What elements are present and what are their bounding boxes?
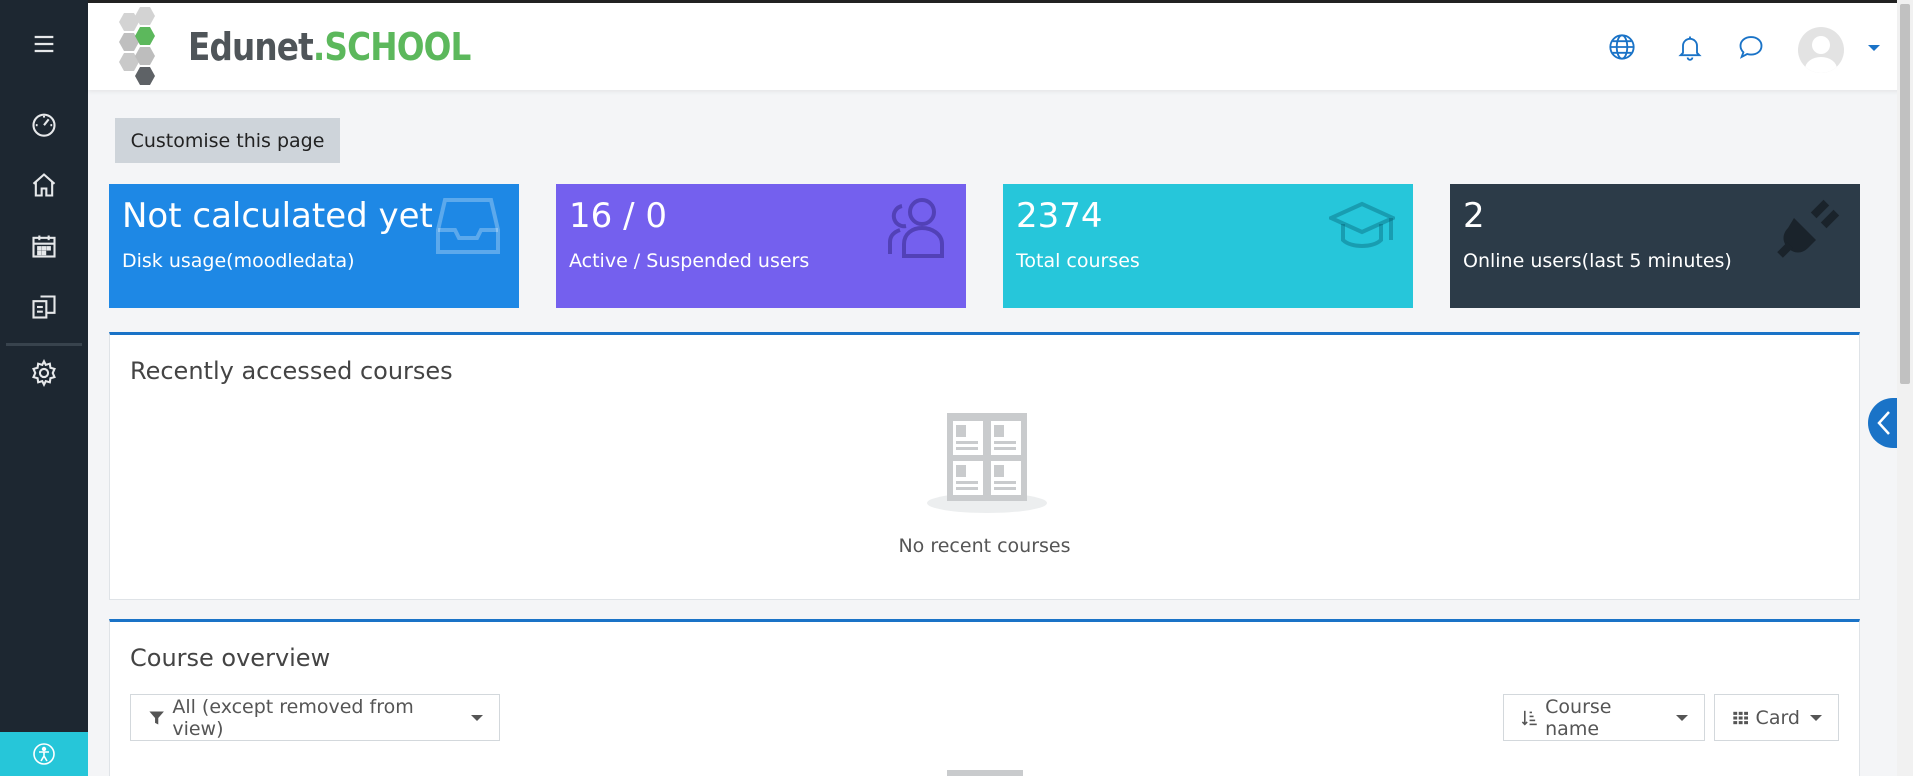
- empty-state-text: No recent courses: [898, 535, 1071, 557]
- home-button[interactable]: [0, 157, 88, 213]
- language-button[interactable]: [1606, 31, 1638, 63]
- stat-value: 16 / 0: [569, 196, 667, 236]
- course-sort-dropdown[interactable]: Course name: [1503, 694, 1705, 741]
- stat-value: 2374: [1016, 196, 1103, 236]
- stat-card-total-courses: 2374 Total courses: [1003, 184, 1413, 308]
- stat-label: Total courses: [1016, 250, 1140, 272]
- brand-name-accent: .SCHOOL: [312, 25, 472, 69]
- brand-name[interactable]: Edunet.SCHOOL: [188, 25, 471, 69]
- courses-placeholder-icon: [927, 413, 1047, 513]
- app: Edunet.SCHOOL Customise this page Not ca…: [0, 0, 1913, 776]
- plug-icon: [1777, 199, 1840, 258]
- site-admin-button[interactable]: [0, 345, 88, 401]
- course-view-dropdown[interactable]: Card: [1714, 694, 1839, 741]
- scrollbar-thumb[interactable]: [1900, 4, 1910, 384]
- notifications-button[interactable]: [1674, 31, 1706, 63]
- course-filter-dropdown[interactable]: All (except removed from view): [130, 694, 500, 741]
- stat-label: Disk usage(moodledata): [122, 250, 355, 272]
- dropdown-label: Course name: [1545, 695, 1612, 740]
- gear-icon: [32, 359, 56, 387]
- accessibility-icon: [33, 743, 55, 765]
- left-sidebar: [0, 0, 88, 776]
- dashboard-icon: [32, 113, 56, 137]
- calendar-button[interactable]: [0, 218, 88, 274]
- chevron-down-icon[interactable]: [1868, 45, 1880, 51]
- stat-label: Active / Suspended users: [569, 250, 810, 272]
- caret-down-icon: [1810, 714, 1822, 721]
- courses-placeholder-icon: [947, 770, 1023, 776]
- inbox-icon: [436, 198, 500, 254]
- accessibility-button[interactable]: [0, 732, 88, 776]
- files-button[interactable]: [0, 279, 88, 335]
- bell-icon: [1678, 36, 1702, 61]
- caret-down-icon: [471, 714, 483, 721]
- caret-down-icon: [1676, 714, 1688, 721]
- menu-button[interactable]: [0, 16, 88, 72]
- dashboard-button[interactable]: [0, 96, 88, 152]
- panel-title: Course overview: [130, 644, 331, 672]
- filter-icon: [149, 711, 164, 724]
- drawer-toggle-button[interactable]: [1868, 398, 1900, 448]
- files-icon: [32, 295, 56, 319]
- logo-hexagons[interactable]: [104, 5, 174, 95]
- menu-icon: [34, 35, 54, 53]
- stat-value: Not calculated yet: [122, 196, 433, 236]
- chat-icon: [1739, 36, 1763, 59]
- stat-card-online-users: 2 Online users(last 5 minutes): [1450, 184, 1860, 308]
- stat-value: 2: [1463, 196, 1485, 236]
- chevron-left-icon: [1877, 411, 1890, 435]
- messages-button[interactable]: [1735, 31, 1767, 63]
- course-overview-panel: Course overview All (except removed from…: [109, 619, 1860, 776]
- brand-name-main: Edunet: [188, 25, 314, 69]
- graduation-cap-icon: [1329, 201, 1395, 248]
- grid-icon: [1733, 711, 1749, 724]
- stat-card-disk-usage: Not calculated yet Disk usage(moodledata…: [109, 184, 519, 308]
- users-icon: [888, 198, 944, 258]
- calendar-icon: [32, 235, 56, 258]
- stat-label: Online users(last 5 minutes): [1463, 250, 1732, 272]
- globe-icon: [1609, 34, 1635, 60]
- customise-page-button[interactable]: Customise this page: [115, 118, 340, 163]
- top-navbar: Edunet.SCHOOL: [88, 0, 1913, 90]
- panel-title: Recently accessed courses: [130, 357, 453, 385]
- dropdown-label: Card: [1755, 706, 1800, 729]
- dropdown-label: All (except removed from view): [172, 695, 414, 740]
- sort-icon: [1521, 710, 1537, 726]
- recent-courses-panel: Recently accessed courses No recent cour…: [109, 332, 1860, 600]
- avatar[interactable]: [1798, 27, 1844, 73]
- page-scrollbar[interactable]: [1897, 0, 1913, 776]
- stat-card-users: 16 / 0 Active / Suspended users: [556, 184, 966, 308]
- home-icon: [32, 173, 56, 197]
